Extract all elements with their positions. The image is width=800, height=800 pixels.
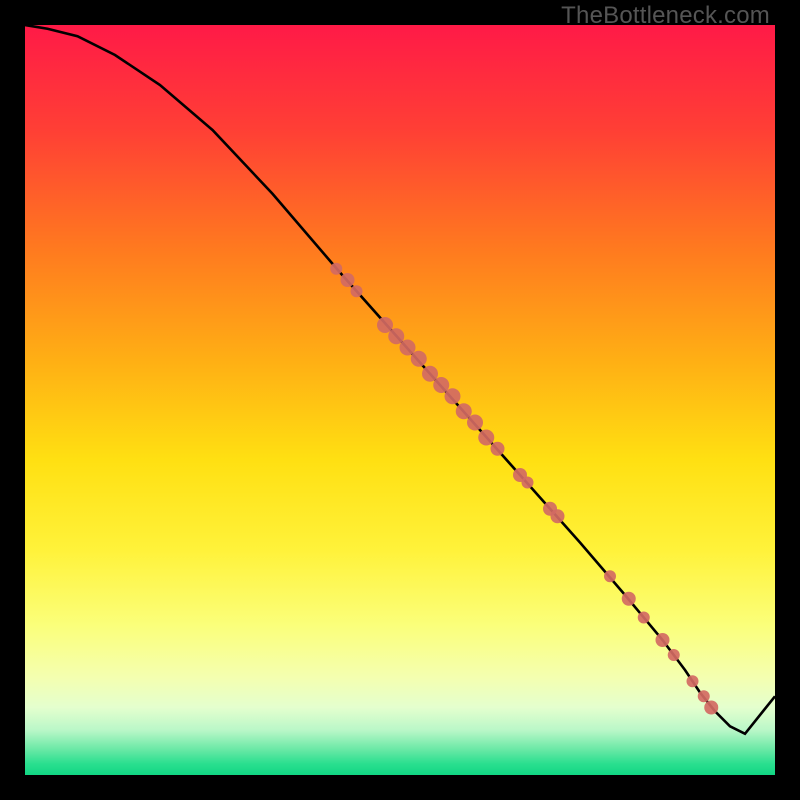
data-point <box>622 592 636 606</box>
watermark-text: TheBottleneck.com <box>561 2 770 30</box>
gradient-background <box>25 25 775 775</box>
plot-area <box>25 25 775 775</box>
data-point <box>491 442 505 456</box>
chart-svg <box>25 25 775 775</box>
data-point <box>478 430 494 446</box>
data-point <box>638 612 650 624</box>
data-point <box>522 477 534 489</box>
data-point <box>411 351 427 367</box>
data-point <box>698 690 710 702</box>
data-point <box>656 633 670 647</box>
data-point <box>687 675 699 687</box>
data-point <box>551 509 565 523</box>
data-point <box>467 415 483 431</box>
data-point <box>445 388 461 404</box>
data-point <box>330 263 342 275</box>
data-point <box>351 285 363 297</box>
chart-frame: TheBottleneck.com <box>0 0 800 800</box>
data-point <box>604 570 616 582</box>
data-point <box>341 273 355 287</box>
data-point <box>668 649 680 661</box>
data-point <box>704 701 718 715</box>
